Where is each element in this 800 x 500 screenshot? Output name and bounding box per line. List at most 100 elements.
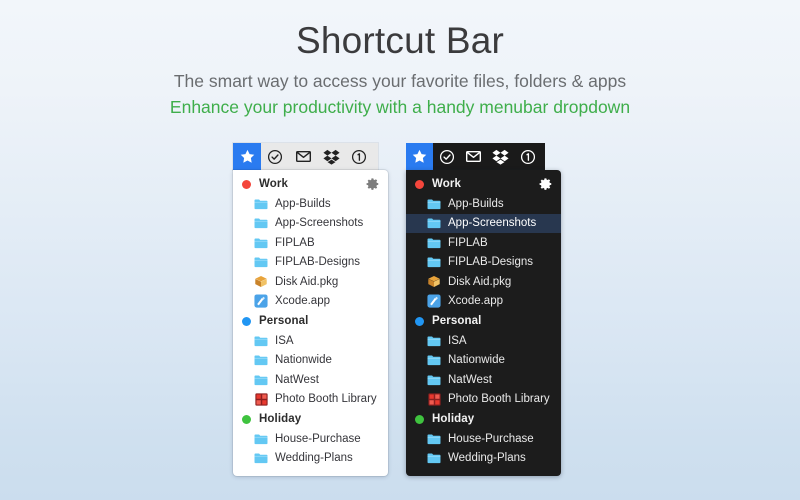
list-item-label: Xcode.app (275, 295, 330, 308)
list-item-label: House-Purchase (448, 432, 534, 445)
list-item[interactable]: Xcode.app (233, 292, 388, 312)
list-item[interactable]: Disk Aid.pkg (406, 272, 561, 292)
list-item[interactable]: ISA (233, 331, 388, 351)
menubar-check-circle-icon[interactable] (261, 143, 289, 170)
list-item-label: NatWest (275, 373, 319, 386)
group-label: Work (259, 178, 288, 190)
list-item[interactable]: FIPLAB-Designs (233, 253, 388, 273)
list-item-label: NatWest (448, 373, 492, 386)
list-item[interactable]: ISA (406, 331, 561, 351)
package-icon (427, 275, 441, 289)
list-item-label: House-Purchase (275, 432, 361, 445)
list-item[interactable]: App-Screenshots (233, 214, 388, 234)
light-theme-panel: Work App-Builds App-Screenshots FIPLAB FIPLA… (233, 143, 388, 476)
folder-icon (427, 373, 441, 387)
page-title: Shortcut Bar (295, 20, 505, 61)
group-status-dot (242, 316, 251, 326)
folder-icon (427, 432, 441, 446)
menubar-dropbox-icon[interactable] (487, 143, 514, 170)
folder-icon (254, 236, 268, 250)
list-item[interactable]: App-Builds (406, 194, 561, 214)
list-item[interactable]: Nationwide (233, 351, 388, 371)
group-status-dot (415, 414, 424, 424)
folder-icon (427, 353, 441, 367)
folder-icon (427, 255, 441, 269)
folder-icon (254, 373, 268, 387)
list-item[interactable]: Nationwide (406, 351, 561, 371)
menubar-envelope-icon[interactable] (289, 143, 317, 170)
folder-icon (254, 216, 268, 230)
list-item-label: FIPLAB-Designs (275, 256, 361, 269)
list-item[interactable]: Xcode.app (406, 292, 561, 312)
list-item[interactable]: App-Screenshots (406, 213, 561, 233)
group-label: Holiday (259, 413, 302, 425)
menubar-dropbox-icon[interactable] (317, 143, 345, 170)
menubar-light (233, 143, 378, 170)
group-status-dot (242, 414, 251, 424)
dropdown-panel-light: Work App-Builds App-Screenshots FIPLAB FIPLA… (233, 170, 388, 476)
list-item[interactable]: NatWest (233, 370, 388, 390)
group-label: Holiday (432, 413, 475, 425)
list-item[interactable]: Wedding-Plans (406, 449, 561, 469)
menubar-star-icon[interactable] (233, 143, 261, 170)
list-item-label: ISA (448, 334, 467, 347)
list-item-label: Wedding-Plans (448, 452, 526, 465)
group-header[interactable]: Work (233, 174, 388, 194)
folder-icon (254, 334, 268, 348)
page-header: Shortcut Bar The smart way to access you… (0, 0, 800, 120)
photobooth-icon (254, 392, 268, 406)
group-header[interactable]: Personal (233, 311, 388, 331)
folder-icon (427, 334, 441, 348)
list-item[interactable]: NatWest (406, 370, 561, 390)
list-item-label: Wedding-Plans (275, 452, 353, 465)
menubar-one-circle-icon[interactable] (514, 143, 541, 170)
list-item-label: Disk Aid.pkg (275, 275, 339, 288)
group-header[interactable]: Personal (406, 311, 561, 331)
group-header[interactable]: Holiday (406, 409, 561, 429)
folder-icon (427, 236, 441, 250)
folder-icon (254, 197, 268, 211)
gear-icon[interactable] (366, 177, 380, 191)
menubar-envelope-icon[interactable] (460, 143, 487, 170)
folder-icon (254, 432, 268, 446)
menubar-one-circle-icon[interactable] (345, 143, 373, 170)
list-item-label: Photo Booth Library (275, 393, 377, 406)
list-item[interactable]: Photo Booth Library (406, 390, 561, 410)
list-item[interactable]: Disk Aid.pkg (233, 272, 388, 292)
panels-container: Work App-Builds App-Screenshots FIPLAB FIPLA… (0, 143, 800, 483)
menubar-dark (406, 143, 545, 170)
menubar-check-circle-icon[interactable] (433, 143, 460, 170)
folder-icon (254, 353, 268, 367)
menubar-star-icon[interactable] (406, 143, 433, 170)
list-item[interactable]: FIPLAB-Designs (406, 253, 561, 273)
dropdown-panel-dark: Work App-Builds App-Screenshots FIPLAB FIPLA… (406, 170, 561, 476)
group-header[interactable]: Holiday (233, 409, 388, 429)
list-item[interactable]: Photo Booth Library (233, 390, 388, 410)
gear-icon[interactable] (539, 177, 553, 191)
list-item-label: FIPLAB-Designs (448, 256, 534, 269)
tagline-secondary: Enhance your productivity with a handy m… (169, 97, 631, 117)
group-status-dot (415, 316, 424, 326)
folder-icon (254, 255, 268, 269)
list-item[interactable]: App-Builds (233, 194, 388, 214)
group-label: Personal (432, 315, 482, 327)
list-item-label: Nationwide (448, 354, 505, 367)
list-item[interactable]: Wedding-Plans (233, 449, 388, 469)
folder-icon (427, 451, 441, 465)
xcode-icon (427, 294, 441, 308)
list-item-label: Xcode.app (448, 295, 503, 308)
xcode-icon (254, 294, 268, 308)
folder-icon (427, 197, 441, 211)
tagline-primary: The smart way to access your favorite fi… (173, 71, 627, 91)
list-item[interactable]: House-Purchase (406, 429, 561, 449)
group-header[interactable]: Work (406, 174, 561, 194)
folder-icon (427, 216, 441, 230)
list-item-label: App-Screenshots (275, 217, 364, 230)
photobooth-icon (427, 392, 441, 406)
list-item-label: ISA (275, 334, 294, 347)
list-item[interactable]: FIPLAB (233, 233, 388, 253)
list-item-label: FIPLAB (275, 236, 315, 249)
list-item[interactable]: FIPLAB (406, 233, 561, 253)
list-item[interactable]: House-Purchase (233, 429, 388, 449)
list-item-label: FIPLAB (448, 236, 488, 249)
